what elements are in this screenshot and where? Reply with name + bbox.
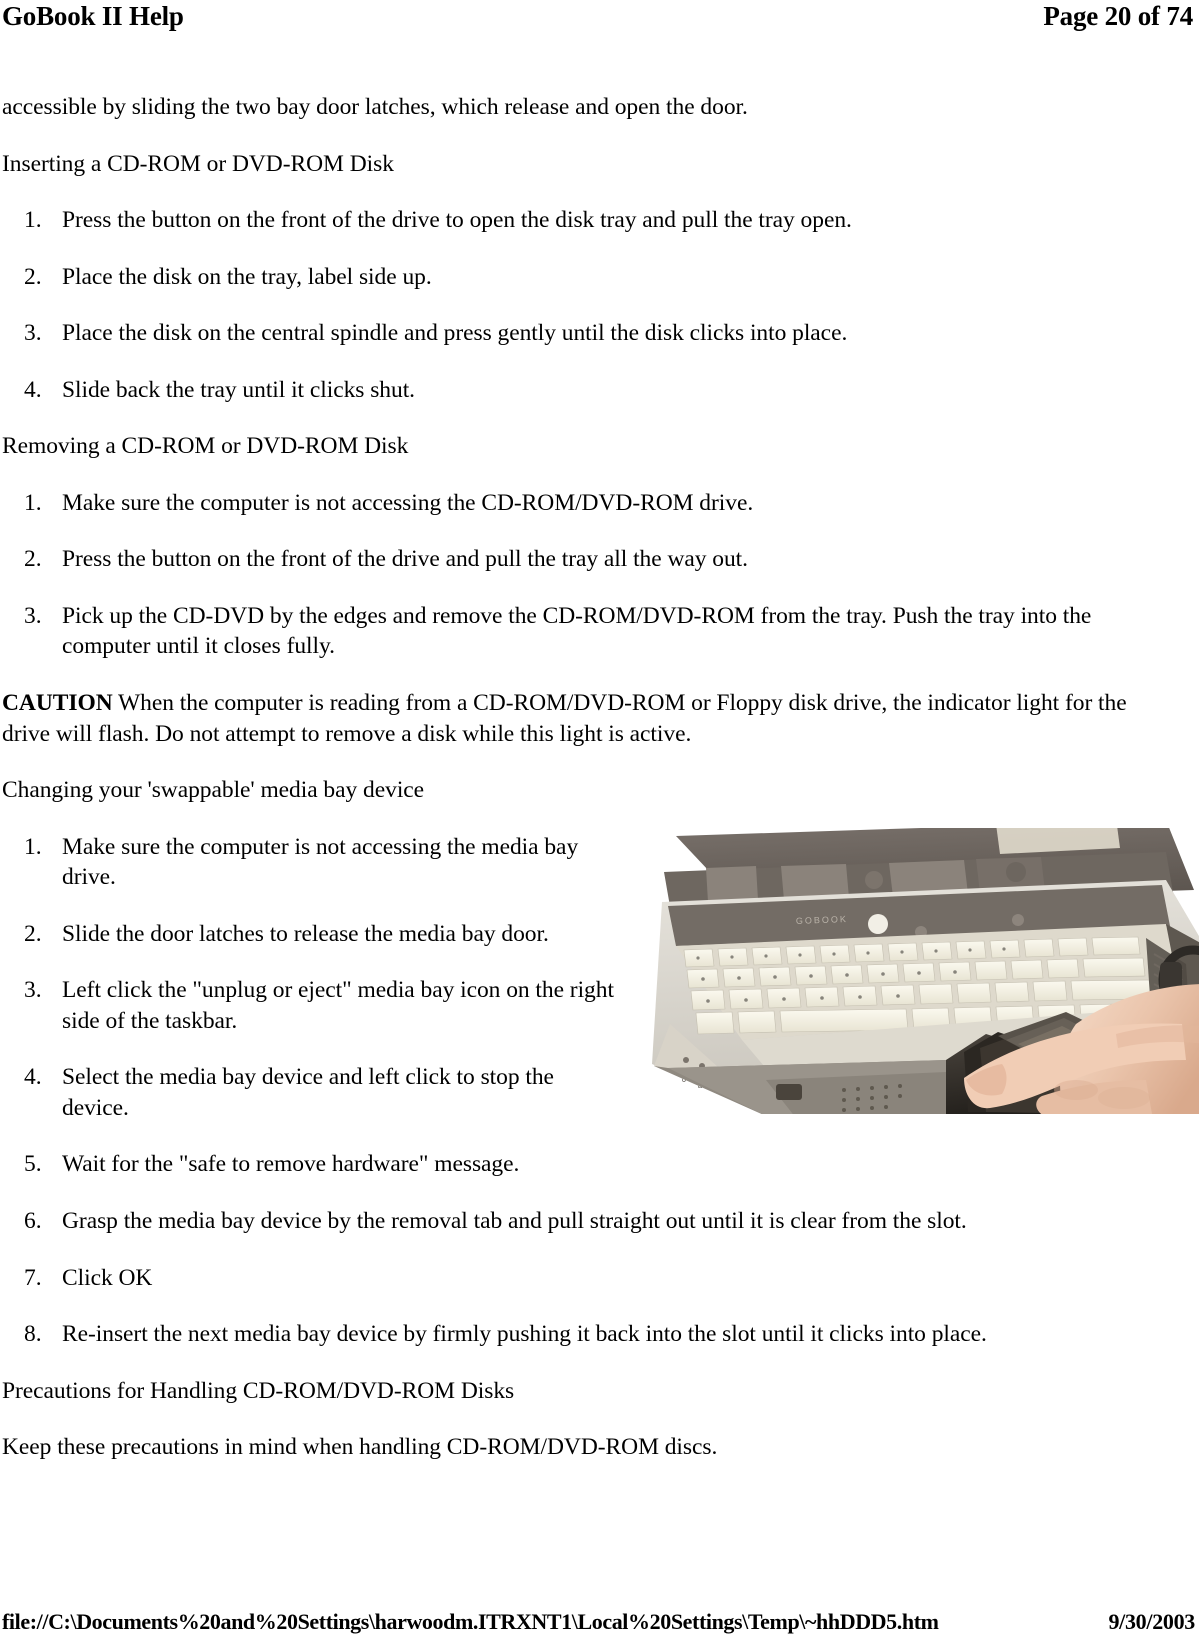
heading-inserting-disk: Inserting a CD-ROM or DVD-ROM Disk xyxy=(2,150,394,177)
intro-paragraph: accessible by sliding the two bay door l… xyxy=(2,94,748,120)
list-item: Re-insert the next media bay device by f… xyxy=(24,1319,987,1349)
removing-steps-list: Make sure the computer is not accessing … xyxy=(2,488,1160,662)
list-item: Press the button on the front of the dri… xyxy=(24,544,748,574)
swappable-steps-list: Make sure the computer is not accessing … xyxy=(2,832,1160,1350)
caution-label: CAUTION xyxy=(2,690,113,717)
list-item: Place the disk on the tray, label side u… xyxy=(24,262,432,292)
list-item: Press the button on the front of the dri… xyxy=(24,205,852,235)
page-number-label: Page 20 of 74 xyxy=(1043,1,1193,31)
caution-paragraph: CAUTION When the computer is reading fro… xyxy=(2,688,1160,749)
list-item: Wait for the "safe to remove hardware" m… xyxy=(24,1149,520,1179)
page-header: GoBook II Help Page 20 of 74 xyxy=(0,0,1199,46)
document-title: GoBook II Help xyxy=(2,1,184,31)
list-item: Make sure the computer is not accessing … xyxy=(24,488,754,518)
heading-removing-disk: Removing a CD-ROM or DVD-ROM Disk xyxy=(2,433,409,460)
document-page: GoBook II Help Page 20 of 74 GOBOOK o ac… xyxy=(0,0,1199,1642)
list-item: Place the disk on the central spindle an… xyxy=(24,318,848,348)
list-item: Click OK xyxy=(24,1263,153,1293)
heading-precautions: Precautions for Handling CD-ROM/DVD-ROM … xyxy=(2,1377,515,1404)
precautions-intro-paragraph: Keep these precautions in mind when hand… xyxy=(2,1434,718,1461)
heading-swappable-media-bay: Changing your 'swappable' media bay devi… xyxy=(2,777,425,804)
source-file-path: file://C:\Documents%20and%20Settings\har… xyxy=(2,1608,939,1634)
caution-text: When the computer is reading from a CD-R… xyxy=(2,690,1127,747)
list-item: Select the media bay device and left cli… xyxy=(24,1062,554,1121)
page-footer: file://C:\Documents%20and%20Settings\har… xyxy=(0,1594,1199,1634)
print-date: 9/30/2003 xyxy=(1108,1608,1195,1634)
document-body: accessible by sliding the two bay door l… xyxy=(0,92,1160,1489)
list-item: Pick up the CD-DVD by the edges and remo… xyxy=(24,601,1092,660)
list-item: Slide back the tray until it clicks shut… xyxy=(24,375,415,405)
inserting-steps-list: Press the button on the front of the dri… xyxy=(2,205,1160,405)
list-item: Slide the door latches to release the me… xyxy=(24,919,549,949)
list-item: Make sure the computer is not accessing … xyxy=(24,832,579,891)
list-item: Grasp the media bay device by the remova… xyxy=(24,1206,967,1236)
list-item: Left click the "unplug or eject" media b… xyxy=(24,975,614,1034)
